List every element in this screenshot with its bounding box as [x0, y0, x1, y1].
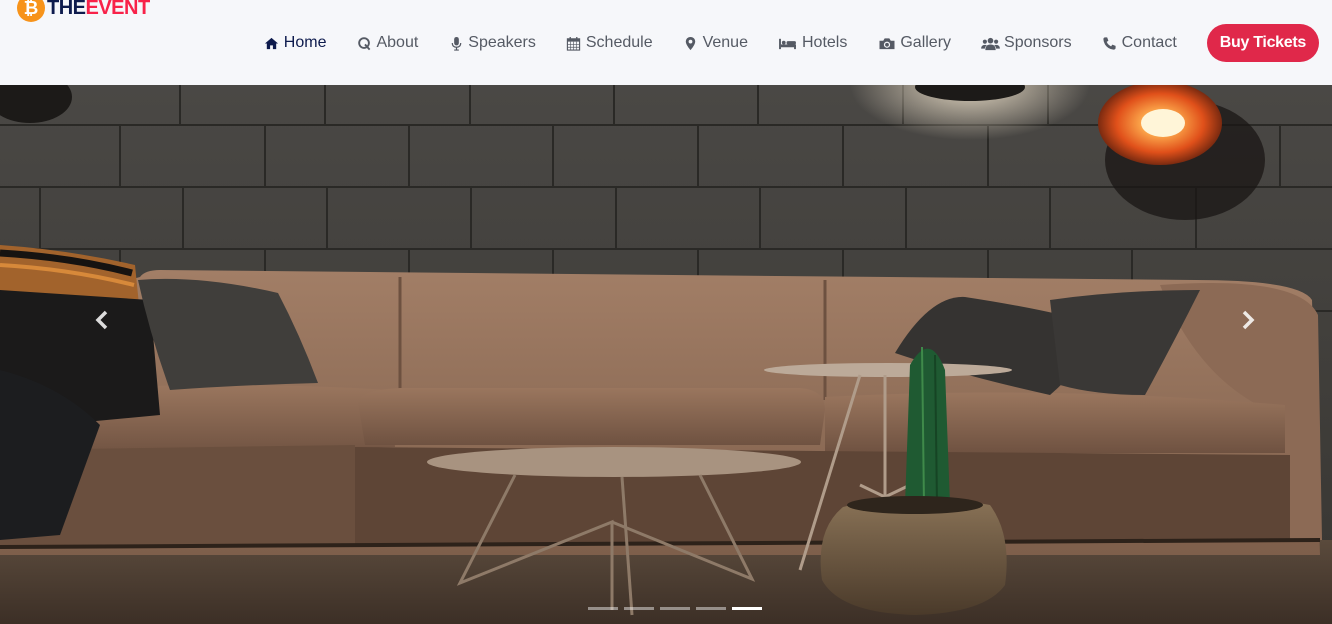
logo-text-part1: THE	[47, 0, 86, 19]
quora-icon	[356, 35, 372, 51]
carousel-prev-button[interactable]	[87, 305, 117, 335]
nav-item-sponsors[interactable]: Sponsors	[981, 25, 1072, 61]
nav-item-hotels[interactable]: Hotels	[778, 25, 847, 61]
carousel-indicator-3[interactable]	[660, 607, 690, 610]
nav-label-speakers: Speakers	[468, 34, 536, 51]
nav-label-schedule: Schedule	[585, 34, 653, 51]
site-header: ₿ THEEVENT Home About Speakers Schedule …	[0, 0, 1332, 85]
nav-label-gallery: Gallery	[900, 34, 952, 51]
hero-carousel	[0, 85, 1332, 624]
calendar-icon	[566, 35, 582, 51]
nav-label-sponsors: Sponsors	[1004, 34, 1072, 51]
microphone-icon	[448, 35, 464, 51]
chevron-left-icon	[95, 310, 108, 330]
nav-item-schedule[interactable]: Schedule	[566, 25, 653, 61]
main-nav: Home About Speakers Schedule Venue Hotel…	[234, 24, 1319, 62]
carousel-indicator-1[interactable]	[588, 607, 618, 610]
phone-icon	[1102, 35, 1118, 51]
nav-item-home[interactable]: Home	[264, 25, 327, 61]
logo-text: THEEVENT	[47, 0, 150, 20]
nav-item-speakers[interactable]: Speakers	[448, 25, 536, 61]
carousel-indicators	[588, 607, 768, 610]
carousel-indicator-4[interactable]	[696, 607, 726, 610]
nav-item-venue[interactable]: Venue	[683, 25, 748, 61]
logo-text-part2: EVENT	[85, 0, 151, 19]
nav-label-contact: Contact	[1121, 34, 1177, 51]
camera-icon	[877, 35, 896, 51]
home-icon	[264, 35, 280, 51]
nav-label-about: About	[376, 34, 419, 51]
buy-tickets-button[interactable]: Buy Tickets	[1206, 24, 1319, 62]
nav-label-venue: Venue	[702, 34, 748, 51]
nav-label-home: Home	[283, 34, 327, 51]
carousel-indicator-2[interactable]	[624, 607, 654, 610]
nav-item-contact[interactable]: Contact	[1102, 25, 1177, 61]
hero-slide-image	[0, 85, 1332, 624]
carousel-indicator-5[interactable]	[732, 607, 762, 610]
bitcoin-icon: ₿	[17, 0, 45, 22]
map-marker-icon	[683, 35, 699, 51]
nav-item-about[interactable]: About	[356, 25, 418, 61]
logo[interactable]: ₿ THEEVENT	[17, 0, 150, 22]
nav-label-hotels: Hotels	[801, 34, 848, 51]
users-icon	[981, 35, 1000, 51]
nav-item-gallery[interactable]: Gallery	[877, 25, 951, 61]
bed-icon	[778, 35, 798, 51]
carousel-next-button[interactable]	[1233, 305, 1263, 335]
chevron-right-icon	[1242, 310, 1255, 330]
